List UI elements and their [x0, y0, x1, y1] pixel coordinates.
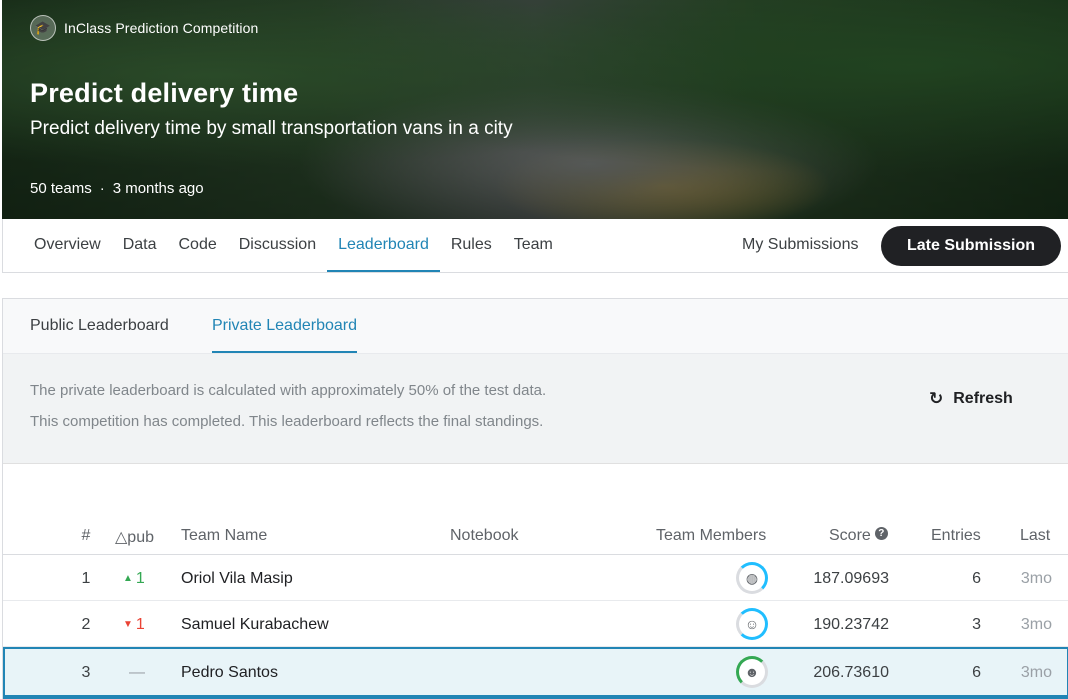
- row-rank: 2: [81, 616, 91, 633]
- info-line-completed: This competition has completed. This lea…: [30, 413, 544, 430]
- competition-title: Predict delivery time: [30, 78, 299, 108]
- leaderboard-info: The private leaderboard is calculated wi…: [3, 354, 1068, 464]
- avatar[interactable]: ☻: [736, 656, 768, 688]
- row-team-name[interactable]: Oriol Vila Masip: [181, 570, 293, 588]
- help-icon[interactable]: ?: [874, 527, 888, 540]
- row-last: 3mo: [1020, 616, 1052, 633]
- row-score: 190.23742: [813, 616, 889, 633]
- info-line-private: The private leaderboard is calculated wi…: [30, 382, 547, 399]
- col-team-name[interactable]: Team Name: [181, 527, 267, 545]
- refresh-button[interactable]: ↻ Refresh: [929, 389, 1013, 409]
- tab-code[interactable]: Code: [167, 219, 227, 272]
- competition-age: 3 months ago: [112, 180, 204, 197]
- refresh-label: Refresh: [953, 390, 1013, 407]
- competition-meta: 50 teams · 3 months ago: [30, 180, 204, 197]
- leaderboard-panel: Public Leaderboard Private Leaderboard T…: [2, 298, 1068, 699]
- col-score-label: Score: [829, 527, 871, 544]
- tab-public-leaderboard[interactable]: Public Leaderboard: [30, 299, 169, 353]
- row-team-name[interactable]: Samuel Kurabachew: [181, 616, 329, 634]
- row-rank: 1: [81, 570, 91, 587]
- late-submission-button[interactable]: Late Submission: [881, 226, 1061, 266]
- row-entries: 6: [972, 664, 981, 681]
- row-team-name[interactable]: Pedro Santos: [181, 664, 278, 682]
- competition-header: 🎓 InClass Prediction Competition Predict…: [2, 0, 1068, 219]
- graduation-cap-icon: 🎓: [30, 15, 56, 41]
- row-last: 3mo: [1020, 570, 1052, 587]
- avatar[interactable]: ☺: [736, 608, 768, 640]
- meta-separator: ·: [99, 180, 105, 197]
- team-count[interactable]: 50 teams: [30, 180, 92, 197]
- row-entries: 6: [972, 570, 981, 587]
- tab-discussion[interactable]: Discussion: [228, 219, 327, 272]
- row-rank: 3: [81, 664, 91, 681]
- leaderboard-tabs: Public Leaderboard Private Leaderboard: [3, 299, 1068, 354]
- col-last[interactable]: Last: [1020, 527, 1050, 545]
- col-delta-public[interactable]: △pub: [115, 527, 167, 547]
- row-delta: ▼ 1: [123, 616, 175, 634]
- row-last: 3mo: [1020, 664, 1052, 681]
- competition-type-badge: 🎓 InClass Prediction Competition: [30, 15, 258, 41]
- tab-data[interactable]: Data: [112, 219, 168, 272]
- col-rank[interactable]: #: [79, 527, 93, 545]
- refresh-icon: ↻: [929, 389, 944, 408]
- col-entries[interactable]: Entries: [931, 527, 981, 545]
- tab-overview[interactable]: Overview: [23, 219, 112, 272]
- row-entries: 3: [972, 616, 981, 633]
- tab-private-leaderboard[interactable]: Private Leaderboard: [212, 299, 357, 353]
- table-row-current-user[interactable]: 3 — Pedro Santos ☻ 206.73610 6 3mo: [3, 647, 1068, 699]
- tab-team[interactable]: Team: [503, 219, 564, 272]
- row-score: 187.09693: [813, 570, 889, 587]
- table-row[interactable]: 2 ▼ 1 Samuel Kurabachew ☺ 190.23742 3 3mo: [3, 601, 1068, 647]
- competition-subtitle: Predict delivery time by small transport…: [30, 118, 513, 139]
- row-delta-value: 1: [135, 616, 145, 633]
- col-notebook: Notebook: [450, 527, 519, 544]
- competition-type-label: InClass Prediction Competition: [64, 20, 259, 36]
- table-header: # △pub Team Name Notebook Team Members S…: [3, 521, 1068, 555]
- triangle-down-icon: ▼: [123, 619, 133, 630]
- row-score: 206.73610: [813, 664, 889, 681]
- table-row[interactable]: 1 ▲ 1 Oriol Vila Masip ◍ 187.09693 6 3mo: [3, 555, 1068, 601]
- col-score[interactable]: Score?: [829, 527, 888, 545]
- avatar[interactable]: ◍: [736, 562, 768, 594]
- tab-rules[interactable]: Rules: [440, 219, 503, 272]
- row-delta-value: 1: [135, 570, 145, 587]
- my-submissions-link[interactable]: My Submissions: [742, 219, 858, 271]
- tab-leaderboard[interactable]: Leaderboard: [327, 219, 440, 272]
- triangle-up-icon: ▲: [123, 573, 133, 584]
- competition-nav: Overview Data Code Discussion Leaderboar…: [2, 219, 1068, 273]
- col-team-members: Team Members: [656, 527, 767, 544]
- row-delta: —: [129, 664, 145, 681]
- row-delta: ▲ 1: [123, 570, 175, 588]
